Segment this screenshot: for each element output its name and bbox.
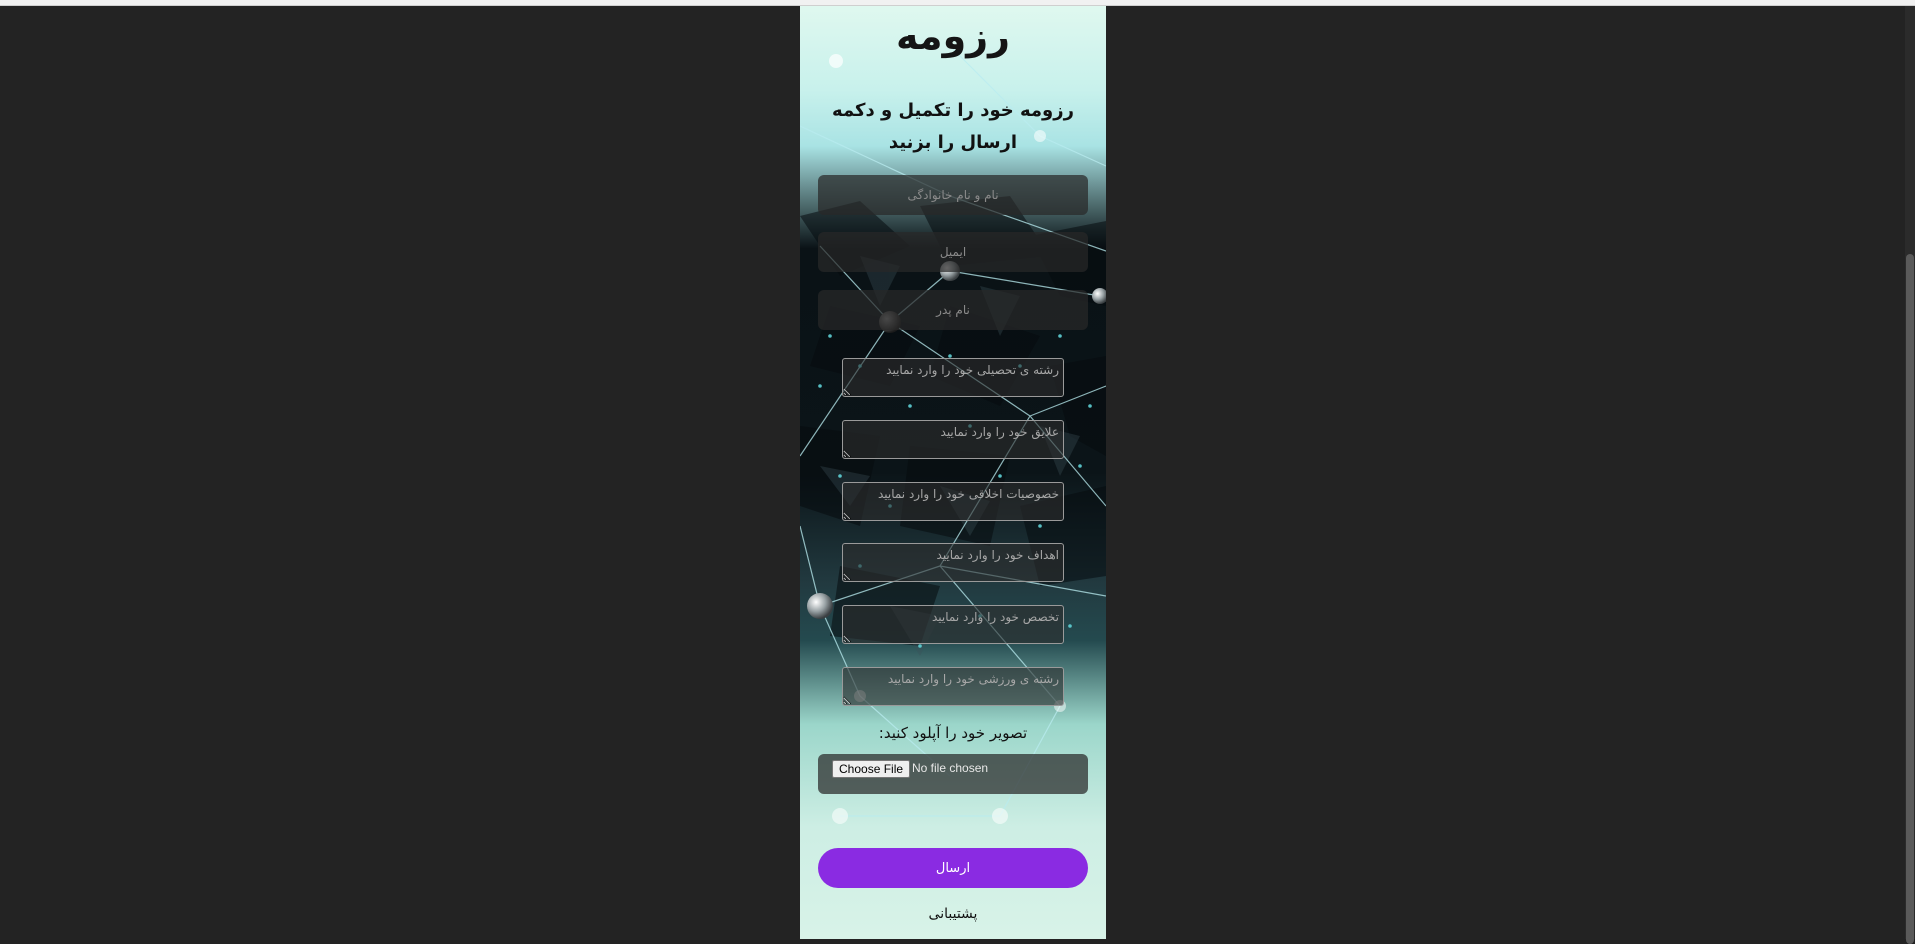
field-of-study-textarea[interactable] [842, 358, 1064, 397]
submit-button[interactable]: ارسال [818, 848, 1088, 888]
scrollbar-thumb[interactable] [1906, 254, 1914, 944]
expertise-textarea[interactable] [842, 605, 1064, 644]
full-name-input[interactable] [818, 175, 1088, 215]
resume-form-card: رزومه رزومه خود را تکمیل و دکمه ارسال را… [800, 6, 1106, 939]
personality-traits-textarea[interactable] [842, 482, 1064, 521]
network-node-sphere [807, 593, 833, 619]
page-subtitle: رزومه خود را تکمیل و دکمه ارسال را بزنید [832, 100, 1074, 153]
support-link[interactable]: پشتیبانی [800, 906, 1106, 922]
goals-textarea[interactable] [842, 543, 1064, 582]
file-status-text: No file chosen [912, 761, 989, 775]
page-title: رزومه [896, 14, 1010, 58]
email-input[interactable] [818, 232, 1088, 272]
page-scrollbar[interactable] [1905, 6, 1915, 944]
father-name-input[interactable] [818, 290, 1088, 330]
photo-upload-label: تصویر خود را آپلود کنید: [878, 724, 1028, 742]
interests-textarea[interactable] [842, 420, 1064, 459]
photo-file-input[interactable]: Choose File No file chosen [818, 754, 1088, 794]
choose-file-button[interactable]: Choose File [832, 760, 911, 778]
sport-textarea[interactable] [842, 667, 1064, 706]
